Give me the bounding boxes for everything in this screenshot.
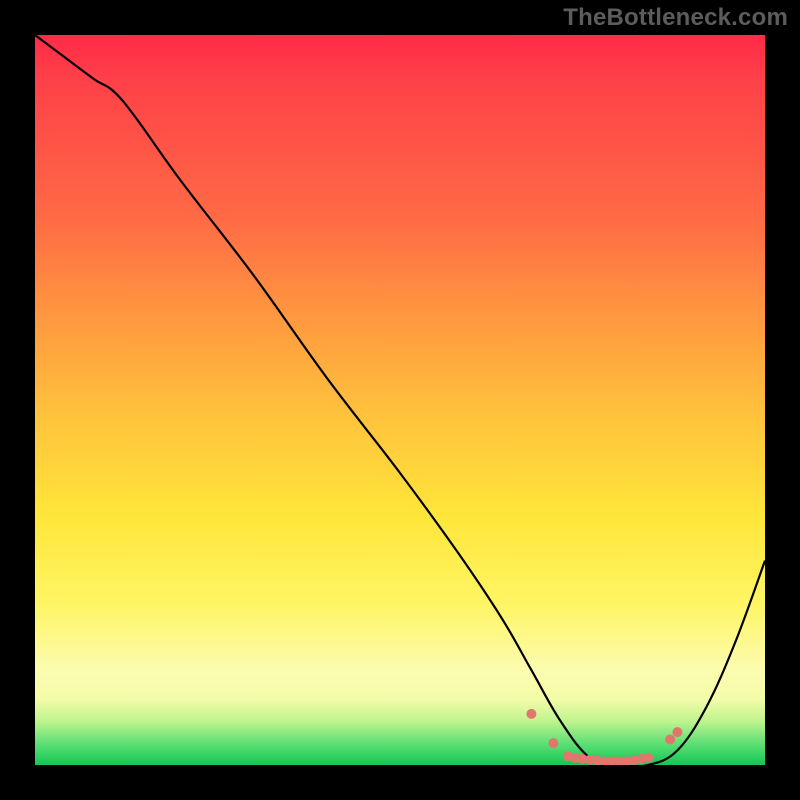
- plot-area: [35, 35, 765, 765]
- valley-marker: [548, 738, 558, 748]
- bottleneck-curve-svg: [35, 35, 765, 765]
- valley-marker: [672, 727, 682, 737]
- bottleneck-curve-path: [35, 35, 765, 765]
- chart-frame: TheBottleneck.com: [0, 0, 800, 800]
- watermark-label: TheBottleneck.com: [563, 4, 788, 32]
- valley-marker: [643, 753, 653, 763]
- valley-marker: [526, 709, 536, 719]
- valley-markers-group: [526, 709, 682, 765]
- valley-marker: [665, 734, 675, 744]
